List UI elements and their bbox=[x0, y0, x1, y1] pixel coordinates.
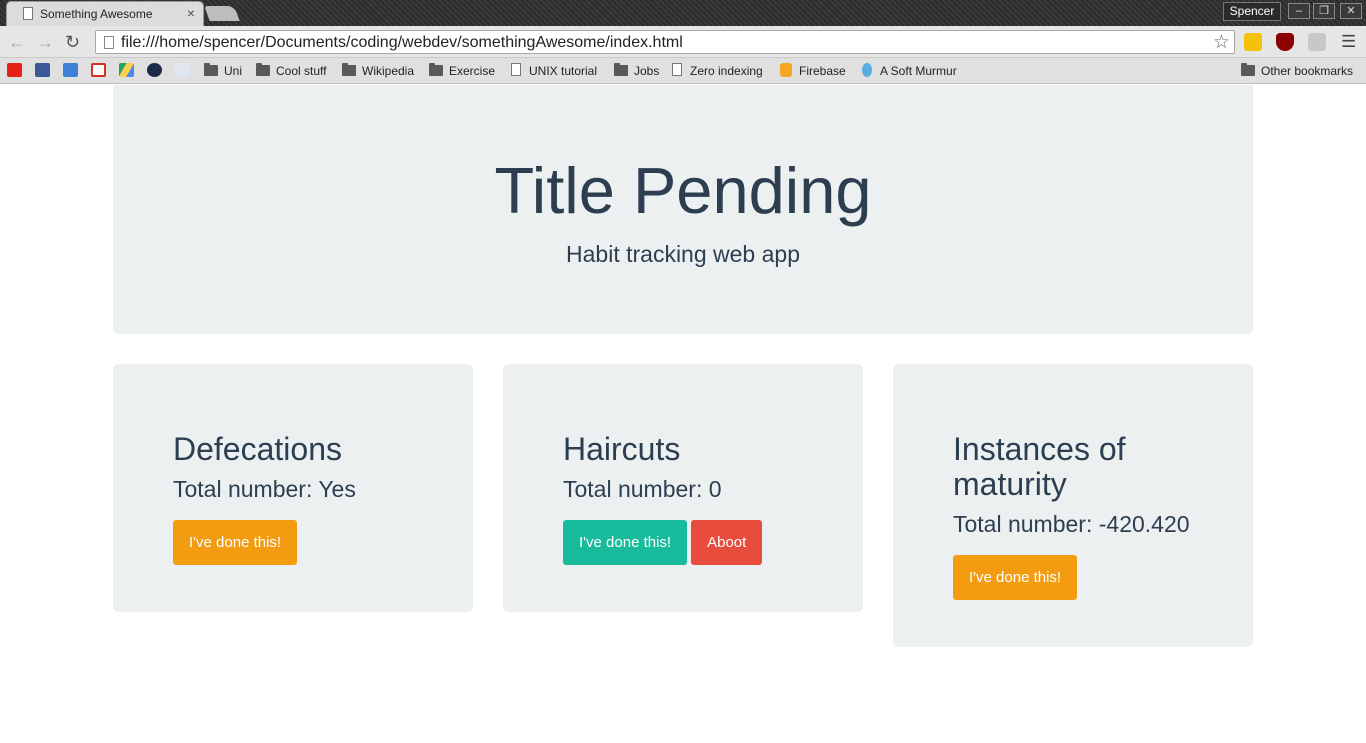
folder-icon bbox=[256, 63, 270, 76]
folder-icon bbox=[204, 63, 218, 76]
habit-title: Instances of maturity bbox=[953, 431, 1126, 502]
youtube-icon[interactable] bbox=[7, 63, 22, 77]
bookmark-a-soft-murmur[interactable]: A Soft Murmur bbox=[880, 63, 957, 79]
page-icon bbox=[672, 63, 682, 76]
site-icon[interactable] bbox=[147, 63, 162, 77]
tab-title: Something Awesome bbox=[40, 7, 153, 21]
profile-button[interactable]: Spencer bbox=[1223, 2, 1281, 21]
gmail-icon[interactable] bbox=[91, 63, 106, 77]
bookmark-star-icon[interactable]: ☆ bbox=[1213, 31, 1230, 54]
bookmark-uni[interactable]: Uni bbox=[224, 63, 242, 79]
aboot-button[interactable]: Aboot bbox=[691, 520, 763, 565]
new-tab-button[interactable] bbox=[204, 6, 240, 21]
forward-icon[interactable]: → bbox=[36, 32, 54, 52]
tab-close-icon[interactable]: × bbox=[187, 5, 195, 21]
restore-icon[interactable]: ❐ bbox=[1313, 3, 1335, 19]
habit-total: Total number: -420.420 bbox=[953, 511, 1190, 537]
browser-titlebar: Something Awesome × Spencer ‒ ❐ ✕ bbox=[0, 0, 1366, 26]
droplet-icon bbox=[862, 63, 872, 77]
menu-icon[interactable]: ☰ bbox=[1341, 32, 1356, 52]
bookmark-cool-stuff[interactable]: Cool stuff bbox=[276, 63, 326, 79]
back-icon[interactable]: ← bbox=[8, 32, 26, 52]
page-icon bbox=[104, 36, 114, 49]
page-subtitle: Habit tracking web app bbox=[566, 241, 800, 267]
page-icon bbox=[23, 7, 33, 20]
close-window-icon[interactable]: ✕ bbox=[1340, 3, 1362, 19]
folder-icon bbox=[429, 63, 443, 76]
done-button[interactable]: I've done this! bbox=[173, 520, 298, 565]
bookmark-wikipedia[interactable]: Wikipedia bbox=[362, 63, 414, 79]
bookmarks-bar: Uni Cool stuff Wikipedia Exercise UNIX t… bbox=[0, 58, 1366, 84]
browser-toolbar: ← → ↻ file:///home/spencer/Documents/cod… bbox=[0, 26, 1366, 58]
url-text[interactable]: file:///home/spencer/Documents/coding/we… bbox=[121, 34, 683, 52]
bookmark-firebase[interactable]: Firebase bbox=[799, 63, 846, 79]
folder-icon bbox=[614, 63, 628, 76]
page-title: Title Pending bbox=[494, 154, 872, 227]
address-bar[interactable]: file:///home/spencer/Documents/coding/we… bbox=[95, 30, 1235, 54]
youtube-mp3-icon[interactable] bbox=[175, 63, 190, 77]
bookmark-unix-tutorial[interactable]: UNIX tutorial bbox=[529, 63, 597, 79]
habit-total: Total number: 0 bbox=[563, 476, 722, 502]
facebook-icon[interactable] bbox=[35, 63, 50, 77]
habit-card-defecations: Defecations Total number: Yes I've done … bbox=[113, 364, 473, 612]
habit-card-haircuts: Haircuts Total number: 0 I've done this!… bbox=[503, 364, 863, 612]
page-icon bbox=[511, 63, 521, 76]
habit-total: Total number: Yes bbox=[173, 476, 356, 502]
minimize-icon[interactable]: ‒ bbox=[1288, 3, 1310, 19]
reload-icon[interactable]: ↻ bbox=[65, 32, 80, 52]
extension-icon[interactable] bbox=[1244, 33, 1262, 51]
done-button[interactable]: I've done this! bbox=[563, 520, 688, 565]
folder-icon bbox=[1241, 63, 1255, 76]
bookmark-exercise[interactable]: Exercise bbox=[449, 63, 495, 79]
browser-tab[interactable]: Something Awesome × bbox=[6, 1, 204, 26]
drive-icon[interactable] bbox=[119, 63, 134, 77]
bookmark-other-bookmarks[interactable]: Other bookmarks bbox=[1261, 63, 1353, 79]
calendar-icon[interactable] bbox=[63, 63, 78, 77]
bookmark-jobs[interactable]: Jobs bbox=[634, 63, 659, 79]
ublock-icon[interactable] bbox=[1276, 33, 1294, 51]
firebase-icon bbox=[780, 63, 792, 77]
mail-icon[interactable] bbox=[1308, 33, 1326, 51]
habit-card-instances-of-maturity: Instances of maturity Total number: -420… bbox=[893, 364, 1253, 647]
jumbotron: Title Pending Habit tracking web app bbox=[113, 85, 1253, 334]
bookmark-zero-indexing[interactable]: Zero indexing bbox=[690, 63, 763, 79]
habit-title: Defecations bbox=[173, 431, 342, 467]
habit-title: Haircuts bbox=[563, 431, 681, 467]
folder-icon bbox=[342, 63, 356, 76]
done-button[interactable]: I've done this! bbox=[953, 555, 1078, 600]
